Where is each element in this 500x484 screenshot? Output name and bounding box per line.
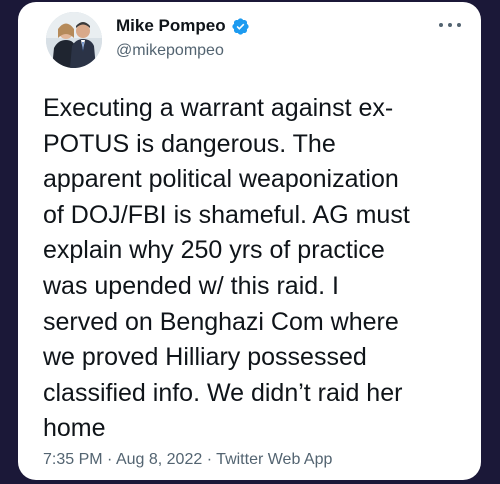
- verified-badge-icon: [231, 17, 250, 36]
- avatar[interactable]: [46, 12, 102, 68]
- tweet-text-line: served on Benghazi Com where: [43, 307, 399, 336]
- more-dot: [439, 23, 443, 27]
- tweet-text-line: of DOJ/FBI is shameful. AG must: [43, 200, 410, 229]
- tweet-card: Mike Pompeo @mikepompeo Executing a warr…: [18, 2, 481, 480]
- tweet-date-text: Aug 8, 2022: [115, 451, 203, 468]
- tweet-text: Executing a warrant against ex- POTUS is…: [43, 91, 468, 447]
- meta-separator: ·: [206, 451, 213, 468]
- author-name-row: Mike Pompeo: [116, 16, 250, 36]
- author-handle[interactable]: @mikepompeo: [116, 41, 224, 61]
- more-options-icon[interactable]: [439, 18, 461, 32]
- tweet-text-line: classified info. We didn’t raid her: [43, 378, 403, 407]
- tweet-text-line: apparent political weaponization: [43, 165, 399, 194]
- tweet-text-line: explain why 250 yrs of practice: [43, 236, 385, 265]
- tweet-text-line: home: [43, 414, 106, 443]
- tweet-text-line: we proved Hilliary possessed: [43, 343, 367, 372]
- display-name[interactable]: Mike Pompeo: [116, 16, 226, 36]
- meta-separator: ·: [107, 451, 113, 468]
- page-background: Mike Pompeo @mikepompeo Executing a warr…: [0, 0, 500, 484]
- tweet-text-line: POTUS is dangerous. The: [43, 129, 336, 158]
- tweet-source[interactable]: Twitter Web App: [216, 451, 332, 468]
- avatar-photo: [46, 12, 102, 68]
- more-dot: [448, 23, 452, 27]
- tweet-text-line: was upended w/ this raid. I: [43, 271, 339, 300]
- more-dot: [457, 23, 461, 27]
- tweet-time[interactable]: 7:35 PM · Aug 8, 2022: [43, 451, 202, 468]
- tweet-time-text: 7:35 PM: [43, 451, 103, 468]
- tweet-meta: 7:35 PM · Aug 8, 2022 · Twitter Web App: [43, 450, 332, 470]
- tweet-text-line: Executing a warrant against ex-: [43, 94, 394, 122]
